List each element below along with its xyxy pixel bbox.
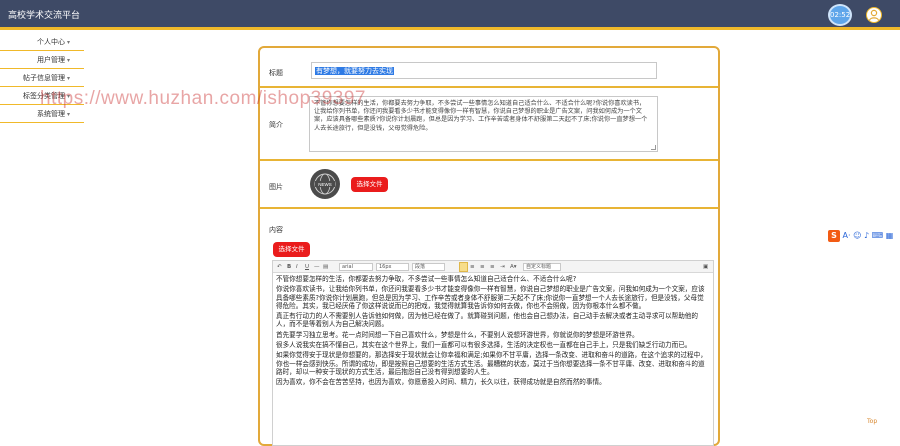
align-right-icon[interactable]: ≡ (480, 263, 485, 271)
content-label: 内容 (269, 226, 283, 234)
clock-badge[interactable]: 02:52 (828, 4, 852, 26)
chevron-down-icon: ▾ (66, 57, 70, 64)
keyboard-icon[interactable]: ⌨ (872, 231, 884, 240)
sidebar-item-personal-center[interactable]: 个人中心 ▾ (0, 33, 84, 51)
ime-toolbar[interactable]: S A· ☺ ♪ ⌨ ▦ (828, 230, 896, 243)
chevron-down-icon: ▾ (66, 39, 70, 46)
divider (260, 159, 718, 161)
chevron-down-icon: ▾ (66, 75, 70, 82)
title-label: 标题 (269, 69, 283, 77)
ime-mode-label: A· (842, 231, 851, 240)
sidebar-item-post-management[interactable]: 帖子信息管理 ▾ (0, 69, 84, 87)
sogou-icon: S (828, 230, 840, 242)
content-paragraph: 首先要学习独立思考。花一点时间想一下自己喜欢什么，梦想是什么，不要别人说想环游世… (276, 330, 639, 339)
italic-icon[interactable]: I (296, 263, 298, 271)
title-value: 有梦想，就要努力去实现 (315, 67, 394, 75)
sidebar-item-user-management[interactable]: 用户管理 ▾ (0, 51, 84, 69)
size-select[interactable]: 16px (376, 263, 409, 271)
fullscreen-icon[interactable]: ▣ (703, 263, 708, 271)
content-paragraph: 真正有行动力的人不需要别人告诉他如何做，因为他已经在做了。就算碰到问题，他也会自… (276, 312, 698, 329)
choose-content-file-button[interactable]: 选择文件 (273, 242, 310, 257)
title-input[interactable]: 有梦想，就要努力去实现 (311, 62, 657, 79)
resize-handle[interactable] (651, 145, 656, 150)
watermark-text: https://www.huzhan.com/ishop39397 (40, 88, 366, 109)
rich-text-editor[interactable]: ↶ B I U — ▤ arial 16px 段落 ≡ ≡ ≡ ⇥ A▾ 自定义… (272, 260, 714, 446)
format-icon[interactable]: ▤ (323, 263, 328, 271)
font-select[interactable]: arial (339, 263, 373, 271)
align-center-icon[interactable]: ≡ (470, 263, 475, 271)
indent-icon[interactable]: ⇥ (500, 263, 505, 271)
paragraph-select[interactable]: 段落 (412, 263, 445, 271)
user-avatar[interactable] (866, 7, 882, 23)
divider (260, 207, 718, 209)
content-paragraph: 很多人说我实在搞不懂自己，其实在这个世界上，我们一直都可以有很多选择，生活的决定… (276, 341, 692, 350)
chevron-down-icon: ▾ (66, 111, 70, 118)
content-paragraph: 因为喜欢，你不会在苦苦坚持，也因为喜欢，你愿意投入时间、精力，长久以往，获得成功… (276, 378, 606, 387)
content-paragraph: 你说你喜欢读书，让我给你列书单，你还问我要看多少书才能变得像你一样有智慧，你说自… (276, 285, 705, 310)
justify-icon[interactable]: ≡ (490, 263, 495, 271)
editor-content[interactable]: 不管你想要怎样的生活，你都要去努力争取，不多尝试一些事情怎么知道自己适合什么、不… (273, 273, 713, 391)
user-icon (868, 9, 880, 21)
bold-icon[interactable]: B (287, 263, 291, 271)
intro-label: 简介 (269, 121, 283, 129)
custom-title-select[interactable]: 自定义标题 (523, 263, 561, 271)
news-text: NEWS (318, 182, 332, 187)
font-color-icon[interactable]: A▾ (510, 263, 517, 271)
strikethrough-icon[interactable]: — (314, 263, 320, 271)
top-bar: 高校学术交流平台 02:52 (0, 0, 900, 30)
grid-icon[interactable]: ▦ (886, 231, 894, 240)
news-globe-icon: NEWS (314, 173, 336, 195)
undo-icon[interactable]: ↶ (277, 263, 282, 271)
editor-toolbar: ↶ B I U — ▤ arial 16px 段落 ≡ ≡ ≡ ⇥ A▾ 自定义… (273, 261, 713, 273)
align-left-icon[interactable] (459, 262, 468, 272)
choose-image-button[interactable]: 选择文件 (351, 177, 388, 192)
content-paragraph: 不管你想要怎样的生活，你都要去努力争取，不多尝试一些事情怎么知道自己适合什么、不… (276, 275, 577, 283)
news-thumbnail: NEWS (310, 169, 340, 199)
content-paragraph: 如果你觉得安于现状是你想要的，那选择安于现状就会让你幸福和满足;如果你不甘平庸，… (276, 351, 707, 376)
microphone-icon[interactable]: ♪ (864, 231, 869, 240)
underline-icon[interactable]: U (305, 263, 309, 271)
emoji-icon[interactable]: ☺ (853, 231, 861, 240)
app-title: 高校学术交流平台 (8, 11, 81, 21)
image-label: 图片 (269, 183, 283, 191)
back-to-top-link[interactable]: Top (867, 418, 877, 425)
